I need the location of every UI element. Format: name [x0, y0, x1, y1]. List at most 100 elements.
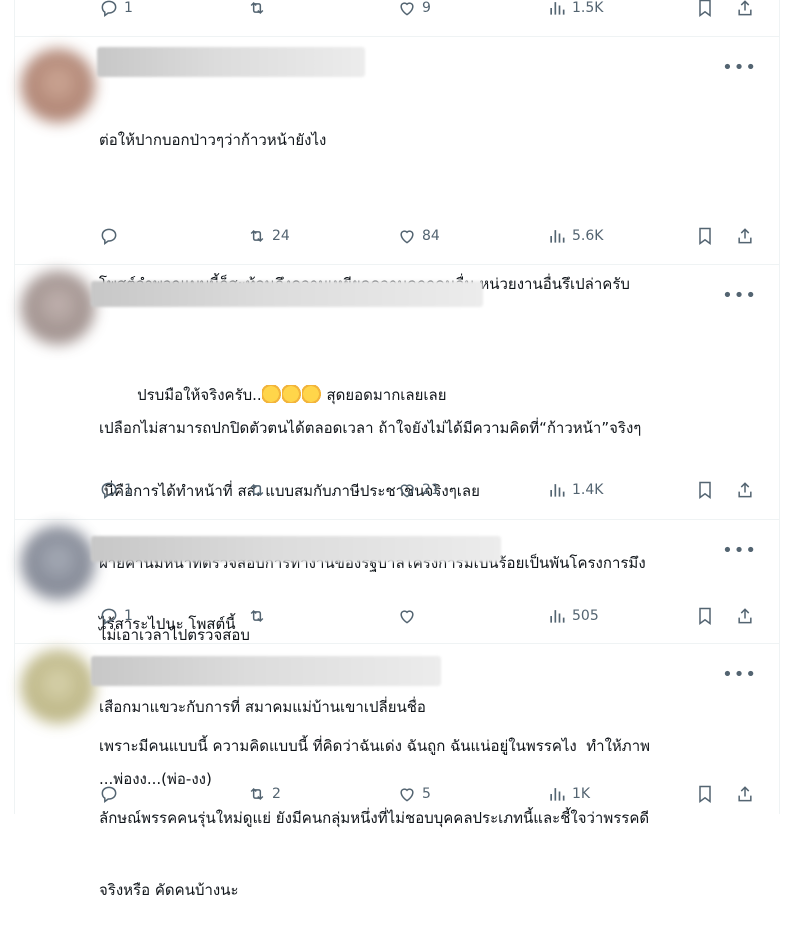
repost-count: 24 [272, 228, 290, 244]
views-button[interactable]: 1.5K [547, 0, 603, 20]
share-button[interactable] [735, 604, 755, 628]
like-button[interactable]: 9 [397, 0, 431, 20]
like-icon [400, 2, 414, 16]
reply-count: 1 [124, 608, 133, 624]
share-button[interactable] [735, 0, 755, 20]
repost-button[interactable] [247, 478, 272, 502]
text-segment: สุดยอดมากเลยเลย [321, 386, 447, 404]
repost-button[interactable] [247, 0, 272, 20]
text-line: ลักษณ์พรรคคนรุ่นใหม่ดูแย่ ยังมีคนกลุ่มหน… [99, 809, 650, 827]
views-icon [550, 484, 565, 497]
author-name-blurred[interactable] [91, 536, 501, 562]
reply-icon [101, 228, 117, 245]
share-button[interactable] [735, 224, 755, 248]
like-button[interactable]: 5 [397, 782, 431, 806]
post[interactable]: ••• ปรบมือให้จริงครับ.. สุดยอดมากเลยเลย … [15, 265, 779, 788]
author-name-blurred[interactable] [91, 281, 483, 307]
views-icon [550, 230, 565, 243]
repost-icon [250, 609, 264, 623]
reply-button[interactable] [99, 224, 124, 248]
text-line: เพราะมีคนแบบนี้ ความคิดแบบนี้ ที่คิดว่าฉ… [99, 737, 651, 755]
reply-count: 1 [124, 482, 133, 498]
like-count: 5 [422, 786, 431, 802]
like-count: 84 [422, 228, 440, 244]
avatar[interactable] [21, 271, 95, 345]
text-line: ปรบมือให้จริงครับ.. สุดยอดมากเลยเลย [99, 359, 759, 431]
avatar[interactable] [21, 526, 95, 600]
like-icon [400, 484, 414, 498]
share-icon [738, 786, 752, 802]
repost-button[interactable]: 24 [247, 224, 290, 248]
repost-icon [250, 787, 264, 801]
post[interactable]: ••• ไร้สาระไปนะ โพสต์นี้ 1 505 [15, 520, 779, 644]
reply-button[interactable]: 1 [99, 0, 133, 20]
action-bar: 24 84 5.6K [99, 224, 769, 248]
more-options-button[interactable]: ••• [722, 666, 757, 684]
share-button[interactable] [735, 782, 755, 806]
action-bar: 2 5 1K [99, 782, 769, 806]
reply-count: 1 [124, 0, 133, 16]
avatar[interactable] [21, 49, 95, 123]
bookmark-icon [699, 785, 711, 803]
bookmark-button[interactable] [695, 782, 715, 806]
views-button[interactable]: 505 [547, 604, 599, 628]
like-button[interactable]: 84 [397, 224, 440, 248]
post-partial: 1 9 1.5K [15, 0, 779, 37]
bookmark-button[interactable] [695, 478, 715, 502]
post-text: เพราะมีคนแบบนี้ ความคิดแบบนี้ ที่คิดว่าฉ… [99, 686, 759, 950]
views-button[interactable]: 5.6K [547, 224, 603, 248]
reply-icon [101, 0, 117, 17]
repost-icon [250, 229, 264, 243]
text-line: จริงหรือ คัดคนบ้างนะ [99, 881, 239, 899]
like-icon [400, 788, 414, 802]
reply-button[interactable]: 1 [99, 604, 133, 628]
views-count: 1.4K [572, 482, 604, 498]
clap-emoji [301, 385, 322, 403]
clap-emoji [261, 385, 282, 403]
share-button[interactable] [735, 478, 755, 502]
bookmark-icon [699, 607, 711, 625]
repost-button[interactable]: 2 [247, 782, 281, 806]
bookmark-icon [699, 481, 711, 499]
like-button[interactable]: 21 [397, 478, 440, 502]
author-name-blurred[interactable] [97, 47, 365, 77]
author-name-blurred[interactable] [91, 656, 441, 686]
avatar[interactable] [21, 650, 95, 724]
reply-button[interactable]: 1 [99, 478, 133, 502]
repost-icon [250, 1, 264, 15]
reply-icon [101, 608, 117, 625]
views-count: 5.6K [572, 228, 604, 244]
more-options-button[interactable]: ••• [722, 542, 757, 560]
repost-button[interactable] [247, 604, 272, 628]
action-bar: 1 9 1.5K [99, 0, 769, 20]
share-icon [738, 228, 752, 244]
views-icon [550, 2, 565, 15]
bookmark-icon [699, 0, 711, 17]
text-segment: ปรบมือให้จริงครับ.. [137, 386, 262, 404]
clap-emoji [281, 385, 302, 403]
bookmark-button[interactable] [695, 224, 715, 248]
share-icon [738, 0, 752, 16]
post[interactable]: ••• ต่อให้ปากบอกป่าวๆว่าก้าวหน้ายังไง โพ… [15, 37, 779, 437]
like-icon [400, 610, 414, 624]
bookmark-button[interactable] [695, 604, 715, 628]
views-count: 1K [572, 786, 591, 802]
views-count: 1.5K [572, 0, 604, 16]
reply-icon [101, 786, 117, 803]
bookmark-icon [699, 227, 711, 245]
timeline-column: 1 9 1.5K ••• ต่อให้ปากบอกป่าวๆว่าก้าวหน้… [14, 0, 780, 899]
action-bar: 1 21 1.4K [99, 478, 769, 502]
post[interactable]: ••• เพราะมีคนแบบนี้ ความคิดแบบนี้ ที่คิด… [15, 644, 779, 899]
like-count: 9 [422, 0, 431, 16]
reply-button[interactable] [99, 782, 124, 806]
share-icon [738, 608, 752, 624]
text-line: ต่อให้ปากบอกป่าวๆว่าก้าวหน้ายังไง [99, 131, 327, 149]
more-options-button[interactable]: ••• [722, 287, 757, 305]
more-options-button[interactable]: ••• [722, 59, 757, 77]
repost-count: 2 [272, 786, 281, 802]
views-count: 505 [572, 608, 599, 624]
bookmark-button[interactable] [695, 0, 715, 20]
views-button[interactable]: 1.4K [547, 478, 603, 502]
views-button[interactable]: 1K [547, 782, 590, 806]
like-button[interactable] [397, 604, 422, 628]
